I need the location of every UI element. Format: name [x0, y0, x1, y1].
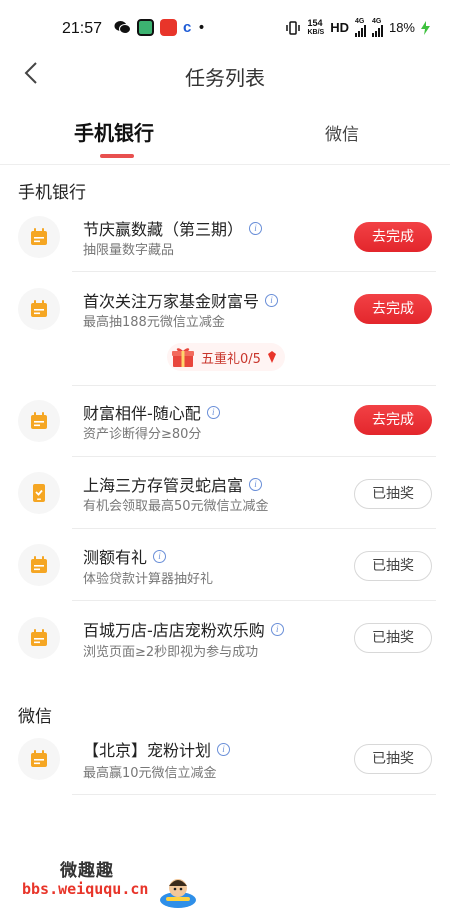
task-name: 财富相伴-随心配 i: [83, 400, 220, 424]
task-icon-wrapper: [18, 544, 60, 586]
task-action-button[interactable]: 去完成: [354, 294, 432, 324]
tab-wechat[interactable]: 微信: [325, 120, 359, 145]
row-divider: [72, 456, 436, 457]
diamond-icon: [267, 351, 276, 363]
task-name: 百城万店-店店宠粉欢乐购 i: [83, 617, 284, 641]
calendar-icon: [31, 412, 47, 429]
wechat-icon: [114, 21, 131, 34]
app-icon-c: c: [183, 19, 192, 36]
task-action-button[interactable]: 去完成: [354, 222, 432, 252]
calendar-icon: [31, 556, 47, 573]
task-action-button[interactable]: 已抽奖: [354, 479, 432, 509]
row-divider: [72, 528, 436, 529]
hd-label: HD: [330, 20, 349, 35]
task-action-button[interactable]: 已抽奖: [354, 623, 432, 653]
section-title-mobile-banking: 手机银行: [18, 183, 86, 203]
signal-1: 4G: [354, 18, 366, 37]
notification-icons: c •: [114, 19, 206, 36]
row-divider: [72, 600, 436, 601]
task-action-button[interactable]: 已抽奖: [354, 744, 432, 774]
watermark-url: bbs.weiququ.cn: [22, 880, 149, 898]
row-divider: [72, 271, 436, 272]
info-icon[interactable]: i: [153, 549, 167, 563]
watermark: 微趣趣 bbs.weiququ.cn: [22, 856, 202, 912]
active-tab-indicator: [100, 154, 134, 158]
gift-progress-label: 五重礼0/5: [201, 351, 261, 367]
info-icon[interactable]: i: [217, 742, 231, 756]
watermark-mascot-icon: [160, 879, 196, 908]
task-subtitle: 最高赢10元微信立减金: [83, 766, 217, 781]
signal-2: 4G: [371, 18, 383, 37]
task-icon-wrapper: [18, 400, 60, 442]
gift-icon: [172, 348, 194, 367]
battery-level: 18%: [388, 20, 415, 35]
calendar-icon: [31, 750, 47, 767]
status-right: 154 KB/S HD 4G 4G 18%: [285, 18, 430, 37]
app-icon-red: [160, 19, 177, 36]
task-subtitle: 资产诊断得分≥80分: [83, 427, 202, 442]
task-subtitle: 体验贷款计算器抽好礼: [83, 572, 214, 587]
task-name: 节庆赢数藏（第三期） i: [83, 216, 263, 240]
watermark-title: 微趣趣: [60, 861, 114, 881]
dot-icon: •: [197, 19, 206, 36]
task-icon-wrapper: [18, 472, 60, 514]
task-icon-wrapper: [18, 617, 60, 659]
task-icon-wrapper: [18, 216, 60, 258]
section-title-wechat: 微信: [18, 707, 52, 727]
task-name: 【北京】宠粉计划 i: [83, 737, 231, 761]
task-name: 测额有礼 i: [83, 544, 167, 568]
calendar-icon: [31, 629, 47, 646]
calendar-icon: [31, 300, 47, 317]
calendar-icon: [31, 228, 47, 245]
network-speed: 154 KB/S: [307, 17, 325, 36]
row-divider: [72, 794, 436, 795]
gift-progress-badge[interactable]: 五重礼0/5: [167, 343, 285, 371]
info-icon[interactable]: i: [270, 622, 284, 636]
task-subtitle: 抽限量数字藏品: [83, 243, 175, 258]
phone-icon: [33, 484, 45, 502]
task-icon-wrapper: [18, 288, 60, 330]
status-time: 21:57: [62, 20, 103, 37]
task-subtitle: 最高抽188元微信立减金: [83, 315, 225, 330]
tabs-divider: [0, 164, 450, 165]
charging-icon: [421, 20, 430, 35]
task-icon-wrapper: [18, 738, 60, 780]
task-subtitle: 浏览页面≥2秒即视为参与成功: [83, 645, 259, 660]
page-title: 任务列表: [185, 66, 265, 90]
task-name: 首次关注万家基金财富号 i: [83, 288, 279, 312]
vibrate-icon: [286, 20, 301, 35]
task-action-button[interactable]: 去完成: [354, 405, 432, 435]
task-subtitle: 有机会领取最高50元微信立减金: [83, 499, 269, 514]
info-icon[interactable]: i: [206, 405, 220, 419]
task-action-button[interactable]: 已抽奖: [354, 551, 432, 581]
status-bar: 21:57 c • 154 KB/S HD 4G 4G 18%: [0, 0, 450, 56]
info-icon[interactable]: i: [265, 293, 279, 307]
row-divider: [72, 385, 436, 386]
task-name: 上海三方存管灵蛇启富 i: [83, 472, 263, 496]
app-icon-green: [137, 19, 154, 36]
info-icon[interactable]: i: [249, 477, 263, 491]
info-icon[interactable]: i: [249, 221, 263, 235]
tab-mobile-banking[interactable]: 手机银行: [74, 117, 154, 146]
